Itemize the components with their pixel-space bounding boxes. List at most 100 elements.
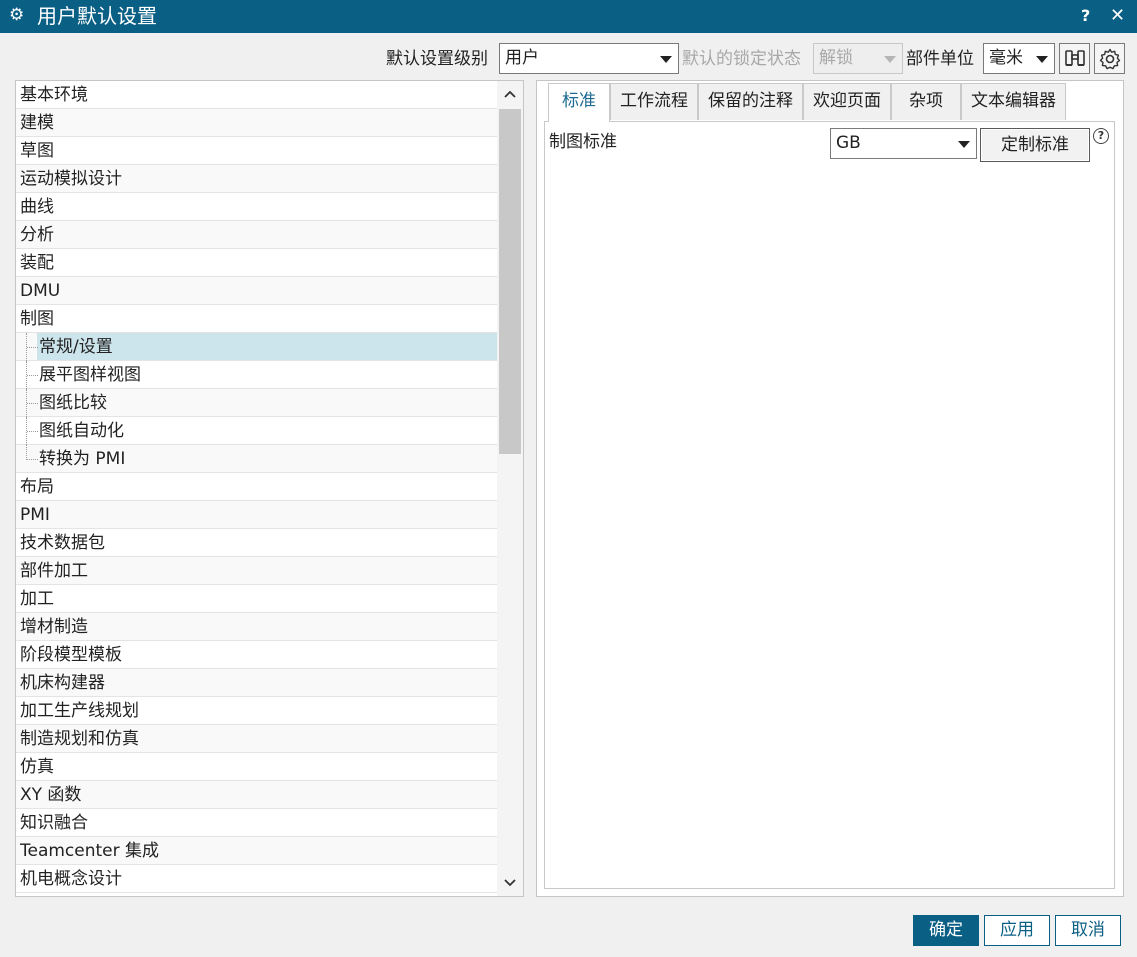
tab-workflow[interactable]: 工作流程 (610, 83, 698, 120)
tree-item[interactable]: 制造规划和仿真 (16, 725, 497, 753)
tree-item-label: 阶段模型模板 (20, 645, 122, 665)
tree-child-item[interactable]: 转换为 PMI (16, 445, 497, 473)
tree-item[interactable]: 分析 (16, 221, 497, 249)
tree-item-label: 布局 (20, 477, 54, 497)
chevron-down-icon (958, 141, 970, 148)
find-button[interactable] (1059, 43, 1090, 74)
level-select-value: 用户 (505, 48, 539, 68)
tree-item[interactable]: 装配 (16, 249, 497, 277)
tree-item-label: DMU (20, 281, 61, 301)
lock-state-select[interactable]: 解锁 (813, 43, 903, 74)
tree-item[interactable]: 部件加工 (16, 557, 497, 585)
tab-retained-annotations[interactable]: 保留的注释 (698, 83, 803, 120)
tab-content-standard: 制图标准 GB 定制标准 ? (544, 121, 1115, 889)
unit-select-value: 毫米 (989, 48, 1023, 68)
tree-item[interactable]: 制图 (16, 305, 497, 333)
tree-item[interactable]: 基本环境 (16, 81, 497, 109)
tree-connector (26, 333, 38, 361)
tree-item-label: 制造规划和仿真 (20, 729, 139, 749)
close-button[interactable]: ✕ (1110, 4, 1125, 28)
tree-connector (26, 417, 38, 445)
tree-item-label: Teamcenter 集成 (20, 841, 160, 861)
title-bar: ⚙ 用户默认设置 ? ✕ (0, 0, 1137, 33)
tree-item-label: 机床构建器 (20, 673, 105, 693)
help-icon[interactable]: ? (1093, 128, 1109, 144)
tree-item[interactable]: 增材制造 (16, 613, 497, 641)
tab-text-editor[interactable]: 文本编辑器 (961, 83, 1066, 120)
tree-item[interactable]: XY 函数 (16, 781, 497, 809)
tree-scrollbar[interactable] (497, 81, 523, 896)
tree-item-label: 运动模拟设计 (20, 169, 122, 189)
tree-item[interactable]: 机电概念设计 (16, 865, 497, 893)
tree-item-label: 部件加工 (20, 561, 88, 581)
unit-label: 部件单位 (906, 49, 974, 69)
tree-child-item[interactable]: 展平图样视图 (16, 361, 497, 389)
tree-child-item[interactable]: 常规/设置 (16, 333, 497, 361)
level-label: 默认设置级别 (386, 49, 488, 69)
binoculars-icon (1064, 49, 1085, 66)
tree-item-label: 机电概念设计 (20, 869, 122, 889)
tree-item[interactable]: 知识融合 (16, 809, 497, 837)
chevron-down-icon (1036, 56, 1048, 63)
tree-item-label: 图纸自动化 (39, 421, 124, 441)
tree-item-label: 加工 (20, 589, 54, 609)
tree-item-label: 装配 (20, 253, 54, 273)
tree-item-label: 曲线 (20, 197, 54, 217)
tree-item-label: 制图 (20, 309, 54, 329)
tree-item-label: PMI (20, 505, 50, 525)
cancel-button[interactable]: 取消 (1055, 915, 1121, 946)
tree-item-label: 建模 (20, 113, 54, 133)
tree-item-label: 常规/设置 (37, 333, 497, 360)
lock-state-label: 默认的锁定状态 (682, 49, 801, 69)
tree-item-label: 技术数据包 (20, 533, 105, 553)
customize-standard-button[interactable]: 定制标准 (980, 128, 1090, 162)
tree-item-label: 增材制造 (20, 617, 88, 637)
tree-item[interactable]: 机床构建器 (16, 669, 497, 697)
tree-connector (26, 445, 38, 460)
tree-item-label: 知识融合 (20, 813, 88, 833)
help-button[interactable]: ? (1081, 5, 1090, 27)
settings-button[interactable] (1094, 43, 1125, 74)
window-title: 用户默认设置 (37, 4, 157, 28)
scroll-up-button[interactable] (497, 81, 523, 107)
tree-item[interactable]: Teamcenter 集成 (16, 837, 497, 865)
tree-item[interactable]: 布局 (16, 473, 497, 501)
tree-item-label: 草图 (20, 141, 54, 161)
tree-item-label: 展平图样视图 (39, 365, 141, 385)
tree-item[interactable]: 技术数据包 (16, 529, 497, 557)
tree-item[interactable]: 加工生产线规划 (16, 697, 497, 725)
settings-panel: 标准 工作流程 保留的注释 欢迎页面 杂项 文本编辑器 制图标准 GB 定制标准… (536, 80, 1124, 897)
tree-item[interactable]: PMI (16, 501, 497, 529)
unit-select[interactable]: 毫米 (983, 43, 1055, 74)
tree-item-label: 基本环境 (20, 85, 88, 105)
tree-item[interactable]: 阶段模型模板 (16, 641, 497, 669)
level-select[interactable]: 用户 (499, 43, 679, 74)
chevron-down-icon (884, 56, 896, 63)
tree-item[interactable]: 加工 (16, 585, 497, 613)
tree-item[interactable]: 曲线 (16, 193, 497, 221)
gear-icon (1099, 48, 1120, 69)
tab-standard[interactable]: 标准 (548, 83, 610, 122)
scroll-down-button[interactable] (497, 870, 523, 896)
apply-button[interactable]: 应用 (984, 915, 1050, 946)
tree-item[interactable]: 仿真 (16, 753, 497, 781)
tree-item[interactable]: 建模 (16, 109, 497, 137)
tree-child-item[interactable]: 图纸比较 (16, 389, 497, 417)
lock-state-value: 解锁 (819, 48, 853, 68)
tree-connector (26, 361, 38, 389)
gear-icon: ⚙ (9, 5, 25, 25)
drafting-standard-select[interactable]: GB (830, 128, 977, 159)
tab-misc[interactable]: 杂项 (891, 83, 961, 120)
tree-item-label: 仿真 (20, 757, 54, 777)
tree-item-label: 图纸比较 (39, 393, 107, 413)
ok-button[interactable]: 确定 (913, 915, 979, 946)
tree-item-label: 加工生产线规划 (20, 701, 139, 721)
tab-welcome-page[interactable]: 欢迎页面 (803, 83, 891, 120)
drafting-standard-label: 制图标准 (549, 132, 617, 152)
scroll-thumb[interactable] (499, 109, 521, 454)
tree-item[interactable]: 运动模拟设计 (16, 165, 497, 193)
tree-item[interactable]: DMU (16, 277, 497, 305)
tree-item[interactable]: 草图 (16, 137, 497, 165)
tree-child-item[interactable]: 图纸自动化 (16, 417, 497, 445)
drafting-standard-value: GB (836, 133, 861, 153)
